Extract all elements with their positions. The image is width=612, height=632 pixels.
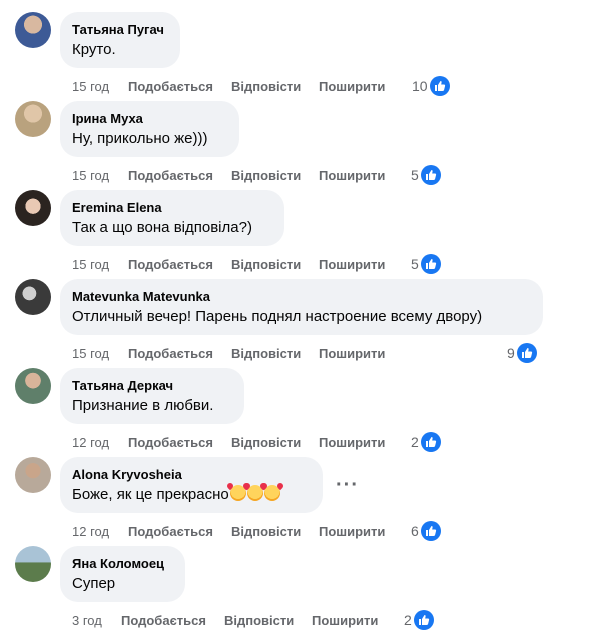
reaction-summary[interactable]: 10 <box>412 75 450 97</box>
reply-button[interactable]: Відповісти <box>231 79 301 95</box>
share-button[interactable]: Поширити <box>319 79 385 95</box>
comment-author[interactable]: Alona Kryvosheia <box>72 466 311 483</box>
like-reaction-icon <box>429 76 450 96</box>
comment-author[interactable]: Татьяна Деркач <box>72 377 232 394</box>
reaction-count: 2 <box>411 434 419 450</box>
avatar[interactable] <box>15 368 51 404</box>
comment-bubble: Matevunka Matevunka Отличный вечер! Паре… <box>60 279 543 335</box>
reaction-count: 10 <box>412 78 428 94</box>
like-button[interactable]: Подобається <box>128 346 213 362</box>
avatar[interactable] <box>15 457 51 493</box>
like-button[interactable]: Подобається <box>128 435 213 451</box>
reply-button[interactable]: Відповісти <box>224 613 294 629</box>
like-reaction-icon <box>420 254 441 274</box>
comment-author[interactable]: Eremina Elena <box>72 199 272 216</box>
share-button[interactable]: Поширити <box>319 435 385 451</box>
reply-button[interactable]: Відповісти <box>231 524 301 540</box>
comment-time[interactable]: 15 год <box>72 346 109 362</box>
smiling-face-with-hearts-icon <box>263 485 280 501</box>
comments-list: Татьяна Пугач Круто. 15 год Подобається … <box>0 0 612 632</box>
comment-bubble: Яна Коломоец Супер <box>60 546 185 602</box>
like-reaction-icon <box>516 343 537 363</box>
comment-author[interactable]: Matevunka Matevunka <box>72 288 531 305</box>
comment-time[interactable]: 12 год <box>72 435 109 451</box>
comment-time[interactable]: 3 год <box>72 613 102 629</box>
reaction-summary[interactable]: 5 <box>411 164 441 186</box>
comment-time[interactable]: 15 год <box>72 168 109 184</box>
comment-text: Круто. <box>72 41 116 58</box>
like-button[interactable]: Подобається <box>121 613 206 629</box>
comment-author[interactable]: Татьяна Пугач <box>72 21 168 38</box>
avatar[interactable] <box>15 279 51 315</box>
comment-text: Боже, як це прекрасно <box>72 485 311 505</box>
comment-text: Супер <box>72 575 116 592</box>
like-button[interactable]: Подобається <box>128 524 213 540</box>
comment-author[interactable]: Ірина Муха <box>72 110 227 127</box>
reaction-count: 6 <box>411 523 419 539</box>
reply-button[interactable]: Відповісти <box>231 435 301 451</box>
comment-time[interactable]: 15 год <box>72 79 109 95</box>
like-reaction-icon <box>413 610 434 630</box>
comment-bubble: Alona Kryvosheia Боже, як це прекрасно <box>60 457 323 513</box>
comment-text: Ну, прикольно же))) <box>72 130 208 147</box>
comment-text: Отличный вечер! Парень поднял настроение… <box>72 308 483 325</box>
like-button[interactable]: Подобається <box>128 79 213 95</box>
comment-bubble: Татьяна Деркач Признание в любви. <box>60 368 244 424</box>
reaction-summary[interactable]: 5 <box>411 253 441 275</box>
like-button[interactable]: Подобається <box>128 168 213 184</box>
share-button[interactable]: Поширити <box>319 346 385 362</box>
like-reaction-icon <box>420 521 441 541</box>
reply-button[interactable]: Відповісти <box>231 168 301 184</box>
comment-bubble: Eremina Elena Так а що вона відповіла?) <box>60 190 284 246</box>
comment-bubble: Ірина Муха Ну, прикольно же))) <box>60 101 239 157</box>
like-button[interactable]: Подобається <box>128 257 213 273</box>
comment-text: Так а що вона відповіла?) <box>72 219 252 236</box>
comment-text: Признание в любви. <box>72 397 214 414</box>
reaction-count: 2 <box>404 612 412 628</box>
avatar[interactable] <box>15 101 51 137</box>
more-options-icon[interactable]: ··· <box>336 475 359 495</box>
avatar[interactable] <box>15 12 51 48</box>
avatar[interactable] <box>15 190 51 226</box>
avatar[interactable] <box>15 546 51 582</box>
reaction-count: 5 <box>411 167 419 183</box>
reaction-summary[interactable]: 2 <box>404 609 434 631</box>
like-reaction-icon <box>420 165 441 185</box>
share-button[interactable]: Поширити <box>319 168 385 184</box>
reaction-summary[interactable]: 9 <box>507 342 537 364</box>
like-reaction-icon <box>420 432 441 452</box>
reaction-count: 9 <box>507 345 515 361</box>
reply-button[interactable]: Відповісти <box>231 346 301 362</box>
comment-time[interactable]: 15 год <box>72 257 109 273</box>
reaction-summary[interactable]: 2 <box>411 431 441 453</box>
reaction-count: 5 <box>411 256 419 272</box>
share-button[interactable]: Поширити <box>319 524 385 540</box>
comment-time[interactable]: 12 год <box>72 524 109 540</box>
comment-author[interactable]: Яна Коломоец <box>72 555 173 572</box>
reply-button[interactable]: Відповісти <box>231 257 301 273</box>
share-button[interactable]: Поширити <box>319 257 385 273</box>
comment-text-value: Боже, як це прекрасно <box>72 486 229 503</box>
share-button[interactable]: Поширити <box>312 613 378 629</box>
reaction-summary[interactable]: 6 <box>411 520 441 542</box>
comment-bubble: Татьяна Пугач Круто. <box>60 12 180 68</box>
